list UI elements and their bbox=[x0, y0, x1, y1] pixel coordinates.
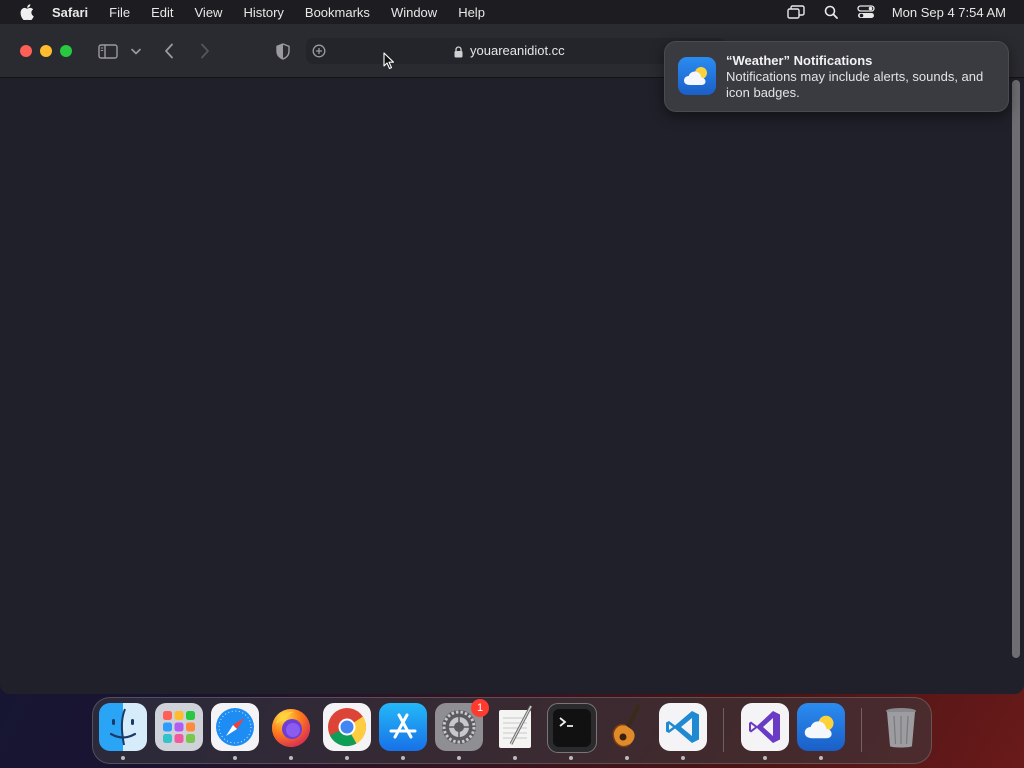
app-store-icon[interactable] bbox=[379, 703, 427, 751]
chrome-icon[interactable] bbox=[323, 703, 371, 751]
notification-badge: 1 bbox=[471, 699, 489, 717]
screen-mirroring-icon[interactable] bbox=[787, 4, 805, 20]
notification-banner[interactable]: “Weather” Notifications Notifications ma… bbox=[664, 41, 1009, 112]
running-indicator bbox=[681, 756, 685, 760]
privacy-shield-icon[interactable] bbox=[274, 41, 292, 61]
menu-help[interactable]: Help bbox=[458, 5, 485, 20]
notification-title: “Weather” Notifications bbox=[726, 53, 873, 68]
mouse-cursor-icon bbox=[383, 52, 395, 75]
running-indicator bbox=[233, 756, 237, 760]
launchpad-icon[interactable] bbox=[155, 703, 203, 751]
running-indicator bbox=[819, 756, 823, 760]
address-url[interactable]: youareanidiot.cc bbox=[470, 43, 565, 58]
add-tab-icon[interactable] bbox=[310, 42, 328, 60]
menu-view[interactable]: View bbox=[195, 5, 223, 20]
firefox-icon[interactable] bbox=[267, 703, 315, 751]
menu-app-name[interactable]: Safari bbox=[52, 5, 88, 20]
running-indicator bbox=[763, 756, 767, 760]
back-icon[interactable] bbox=[160, 41, 178, 61]
dock-separator bbox=[861, 708, 862, 752]
menu-bar: Safari File Edit View History Bookmarks … bbox=[0, 0, 1024, 24]
finder-icon[interactable] bbox=[99, 703, 147, 751]
system-settings-icon[interactable]: 1 bbox=[435, 699, 489, 751]
window-zoom-button[interactable] bbox=[60, 45, 72, 57]
vscode-icon[interactable] bbox=[659, 703, 707, 751]
visual-studio-icon[interactable] bbox=[741, 703, 789, 751]
weather-icon bbox=[678, 57, 716, 95]
running-indicator bbox=[513, 756, 517, 760]
menu-history[interactable]: History bbox=[243, 5, 283, 20]
running-indicator bbox=[289, 756, 293, 760]
menu-file[interactable]: File bbox=[109, 5, 130, 20]
safari-window: youareanidiot.cc bbox=[0, 24, 1024, 694]
sidebar-icon[interactable] bbox=[97, 42, 119, 60]
garageband-icon[interactable] bbox=[603, 703, 651, 751]
running-indicator bbox=[625, 756, 629, 760]
spotlight-search-icon[interactable] bbox=[822, 4, 840, 20]
menu-edit[interactable]: Edit bbox=[151, 5, 173, 20]
window-minimize-button[interactable] bbox=[40, 45, 52, 57]
trash-icon[interactable] bbox=[877, 703, 925, 751]
dock-separator bbox=[723, 708, 724, 752]
running-indicator bbox=[401, 756, 405, 760]
address-bar[interactable]: youareanidiot.cc bbox=[306, 38, 726, 64]
safari-icon[interactable] bbox=[211, 703, 259, 751]
textedit-icon[interactable] bbox=[491, 703, 539, 751]
terminal-icon[interactable] bbox=[547, 703, 597, 753]
running-indicator bbox=[569, 756, 573, 760]
scrollbar-thumb[interactable] bbox=[1012, 80, 1020, 658]
control-center-icon[interactable] bbox=[857, 4, 875, 20]
web-content[interactable] bbox=[0, 78, 1024, 694]
chevron-down-icon[interactable] bbox=[129, 44, 143, 58]
menu-bookmarks[interactable]: Bookmarks bbox=[305, 5, 370, 20]
forward-icon[interactable] bbox=[196, 41, 214, 61]
running-indicator bbox=[345, 756, 349, 760]
weather-icon[interactable] bbox=[797, 703, 845, 751]
notification-body: Notifications may include alerts, sounds… bbox=[726, 69, 984, 100]
window-close-button[interactable] bbox=[20, 45, 32, 57]
menubar-clock[interactable]: Mon Sep 4 7:54 AM bbox=[892, 5, 1006, 20]
lock-icon bbox=[454, 45, 463, 63]
menu-window[interactable]: Window bbox=[391, 5, 437, 20]
running-indicator bbox=[457, 756, 461, 760]
dock: 1 bbox=[92, 697, 932, 764]
apple-menu-icon[interactable] bbox=[20, 4, 34, 20]
running-indicator bbox=[121, 756, 125, 760]
